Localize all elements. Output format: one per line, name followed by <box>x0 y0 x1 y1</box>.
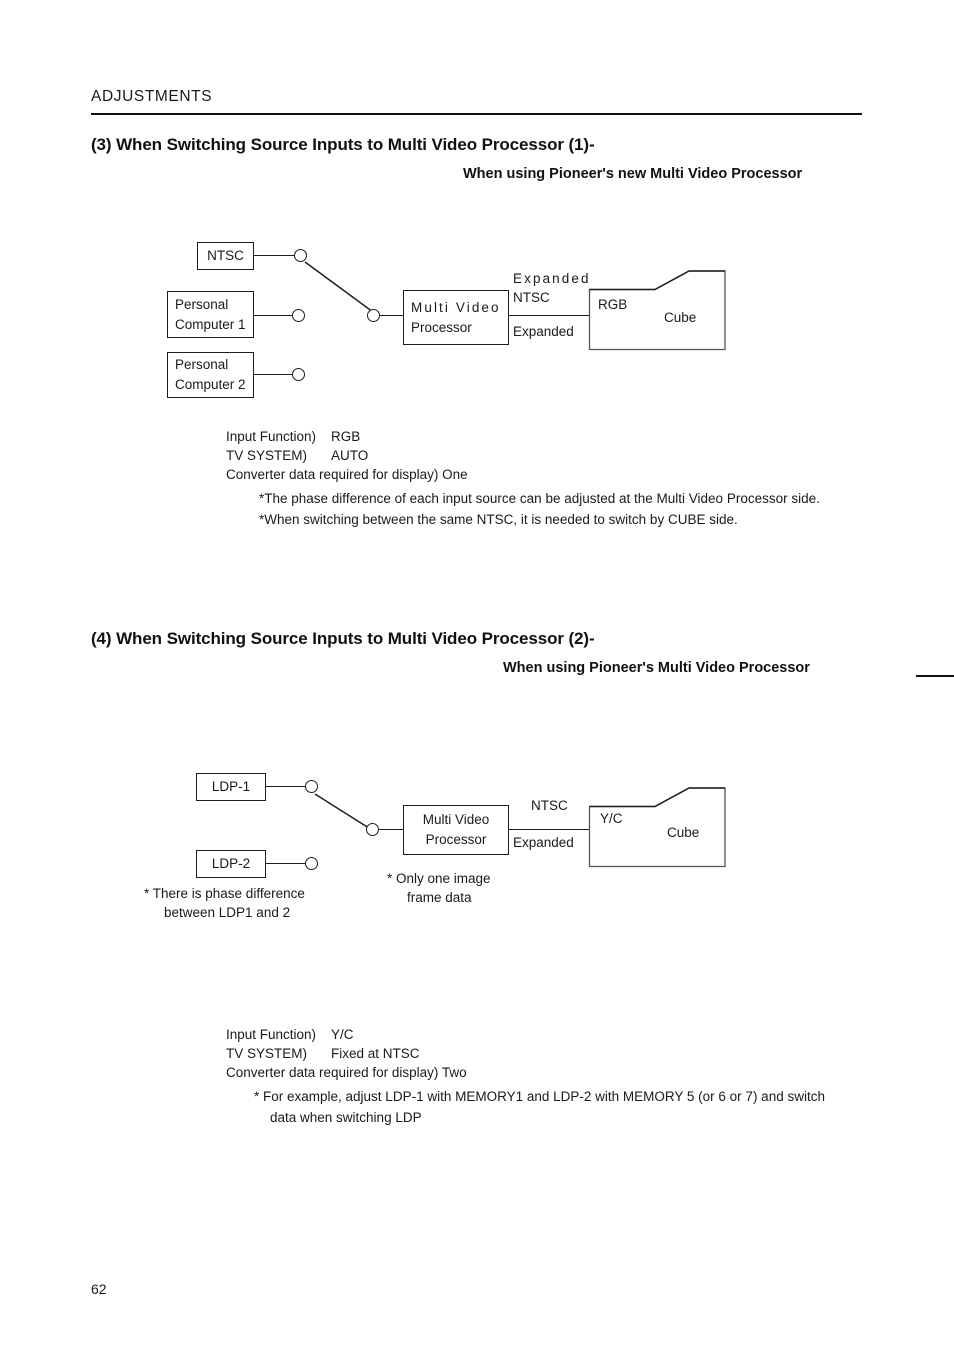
wire-ldp1-to-knob <box>266 786 307 788</box>
spec-row: Input Function) Y/C <box>226 1025 825 1044</box>
page-number: 62 <box>91 1281 107 1297</box>
spec-value: Y/C <box>331 1027 354 1042</box>
wire-ldp2-to-knob <box>266 863 307 865</box>
document-page: ADJUSTMENTS (3) When Switching Source In… <box>0 0 954 1349</box>
annotation-phase-difference-line1: * There is phase difference <box>144 886 305 901</box>
node-ldp-2: LDP-2 <box>196 850 266 878</box>
annotation-one-image-line2: frame data <box>407 890 472 905</box>
section-4-spec-block: Input Function) Y/C TV SYSTEM) Fixed at NT… <box>226 1025 825 1128</box>
node-ldp1-label: LDP-1 <box>211 779 251 795</box>
label-cube-2: Cube <box>667 825 700 840</box>
label-ntsc-link-2: NTSC <box>531 798 568 813</box>
wire-junction-to-processor-2 <box>378 829 404 831</box>
spec-key: Converter data required for display) Two <box>226 1065 467 1081</box>
node-multi-video-processor-2: Multi Video Processor <box>403 805 509 855</box>
note-row: data when switching LDP <box>270 1109 422 1125</box>
label-cube-input-yc: Y/C <box>600 811 623 826</box>
spec-row: TV SYSTEM) Fixed at NTSC <box>226 1044 825 1063</box>
annotation-one-image-line1: * Only one image <box>387 871 491 886</box>
node-mvp2-label-line1: Multi Video <box>422 812 490 828</box>
annotation-phase-difference-line2: between LDP1 and 2 <box>164 905 291 920</box>
diagram-section-4: LDP-1 LDP-2 Multi Video Processor NTSC E… <box>0 0 954 1349</box>
node-ldp-1: LDP-1 <box>196 773 266 801</box>
knob-ldp2 <box>305 857 318 870</box>
spec-key: TV SYSTEM) <box>226 1046 308 1062</box>
label-expanded-2: Expanded <box>513 835 574 850</box>
spec-row: Converter data required for display) Two <box>226 1063 825 1082</box>
note-row: * For example, adjust LDP-1 with MEMORY1… <box>254 1089 825 1105</box>
node-ldp2-label: LDP-2 <box>211 856 251 872</box>
spec-key: Input Function) <box>226 1027 317 1042</box>
node-mvp2-label-line2: Processor <box>425 832 487 847</box>
wire-processor2-to-cube <box>509 829 591 831</box>
spec-value: Fixed at NTSC <box>331 1046 420 1062</box>
